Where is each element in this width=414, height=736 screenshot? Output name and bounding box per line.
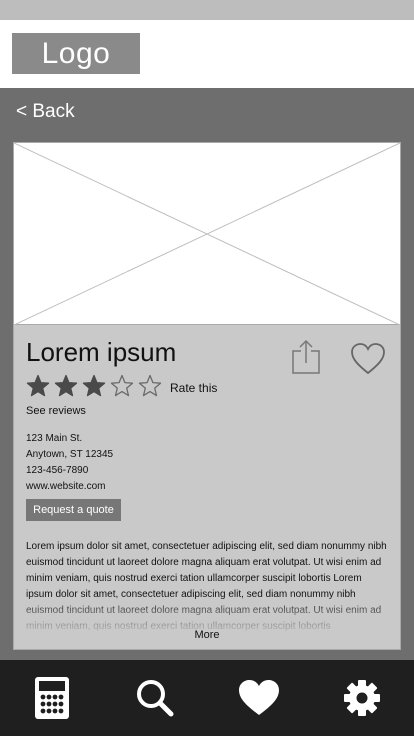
calculator-icon	[34, 677, 69, 719]
see-reviews-link[interactable]: See reviews	[26, 405, 86, 417]
favorite-heart-icon[interactable]	[350, 342, 386, 376]
gear-icon	[344, 680, 381, 716]
star-filled-icon[interactable]	[26, 374, 50, 398]
address-block: 123 Main St. Anytown, ST 12345 123-456-7…	[26, 431, 113, 495]
website-link[interactable]: www.website.com	[26, 479, 113, 495]
status-bar	[0, 0, 414, 20]
nav-calculator[interactable]	[26, 672, 78, 724]
listing-card: Lorem ipsum Rate this See reviews 123 Ma…	[13, 142, 401, 650]
city-state-zip: Anytown, ST 12345	[26, 449, 114, 460]
request-quote-button[interactable]: Request a quote	[26, 499, 121, 521]
share-icon[interactable]	[291, 339, 321, 375]
phone-number[interactable]: 123-456-7890	[26, 463, 113, 479]
description-fade	[14, 595, 400, 649]
listing-title: Lorem ipsum	[26, 337, 177, 367]
star-empty-icon[interactable]	[138, 374, 162, 398]
back-link[interactable]: < Back	[16, 101, 75, 123]
rate-this-link[interactable]: Rate this	[170, 381, 217, 395]
heart-icon	[238, 680, 279, 715]
star-filled-icon[interactable]	[54, 374, 78, 398]
nav-search[interactable]	[129, 672, 181, 724]
street-address: 123 Main St.	[26, 433, 83, 444]
header: Logo	[0, 20, 414, 88]
logo: Logo	[12, 33, 140, 74]
nav-favorites[interactable]	[233, 672, 285, 724]
nav-settings[interactable]	[336, 672, 388, 724]
bottom-nav	[0, 660, 414, 736]
image-placeholder	[14, 143, 400, 325]
star-filled-icon[interactable]	[82, 374, 106, 398]
search-icon	[137, 680, 174, 717]
more-link[interactable]: More	[14, 629, 400, 641]
star-rating[interactable]	[26, 374, 162, 398]
star-empty-icon[interactable]	[110, 374, 134, 398]
main-content: < Back Lorem ipsum Rate this See reviews	[0, 88, 414, 660]
